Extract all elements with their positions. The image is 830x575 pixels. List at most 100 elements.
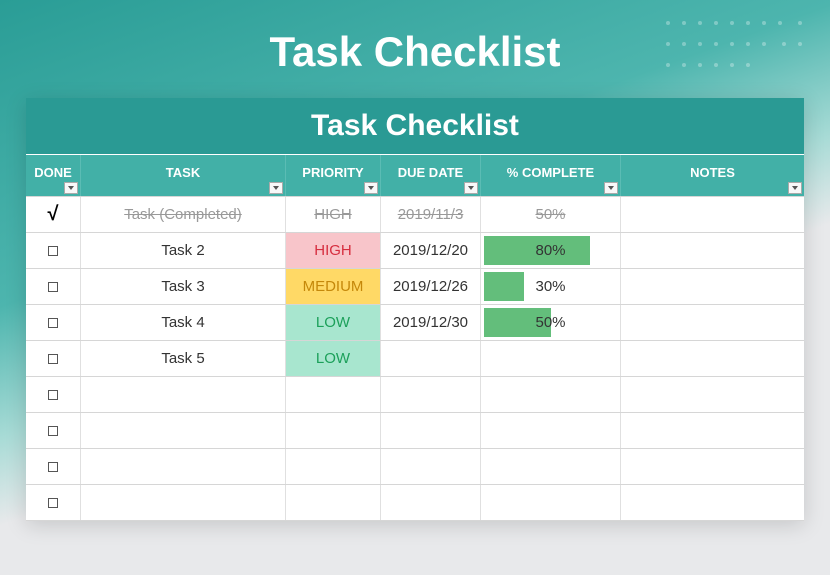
filter-complete-button[interactable] <box>604 182 618 194</box>
cell-notes[interactable] <box>621 269 804 304</box>
cell-task[interactable]: Task (Completed) <box>81 197 286 232</box>
header-task: TASK <box>81 155 286 196</box>
cell-complete[interactable]: 50% <box>481 197 621 232</box>
header-notes-label: NOTES <box>690 165 735 180</box>
cell-notes[interactable] <box>621 449 804 484</box>
cell-done[interactable] <box>26 233 81 268</box>
cell-done[interactable] <box>26 341 81 376</box>
checkbox-icon[interactable] <box>48 390 58 400</box>
header-task-label: TASK <box>166 165 200 180</box>
cell-priority[interactable]: MEDIUM <box>286 269 381 304</box>
progress-wrap: 80% <box>484 236 617 265</box>
table-row: Task 3MEDIUM2019/12/2630% <box>26 269 804 305</box>
header-row: DONE TASK PRIORITY DUE DATE % COMPLETE N… <box>26 155 804 197</box>
header-complete-label: % COMPLETE <box>507 165 594 180</box>
table-row: √ Task (Completed)HIGH2019/11/350% <box>26 197 804 233</box>
cell-due-date[interactable] <box>381 377 481 412</box>
cell-complete[interactable] <box>481 449 621 484</box>
table-row <box>26 449 804 485</box>
progress-text: 80% <box>484 242 617 259</box>
table-row <box>26 485 804 521</box>
cell-done[interactable] <box>26 377 81 412</box>
cell-notes[interactable] <box>621 377 804 412</box>
cell-done[interactable] <box>26 449 81 484</box>
cell-task[interactable]: Task 3 <box>81 269 286 304</box>
cell-due-date[interactable]: 2019/12/30 <box>381 305 481 340</box>
header-done: DONE <box>26 155 81 196</box>
cell-priority[interactable] <box>286 485 381 520</box>
priority-badge: HIGH <box>286 197 380 232</box>
cell-priority[interactable]: LOW <box>286 305 381 340</box>
header-priority-label: PRIORITY <box>302 165 363 180</box>
cell-due-date[interactable]: 2019/12/26 <box>381 269 481 304</box>
decorative-dots <box>660 15 810 135</box>
cell-complete[interactable]: 80% <box>481 233 621 268</box>
header-notes: NOTES <box>621 155 804 196</box>
checkbox-icon[interactable] <box>48 426 58 436</box>
priority-badge: LOW <box>286 305 380 340</box>
cell-complete[interactable] <box>481 341 621 376</box>
cell-task[interactable] <box>81 449 286 484</box>
cell-priority[interactable]: HIGH <box>286 197 381 232</box>
cell-due-date[interactable] <box>381 341 481 376</box>
header-due-label: DUE DATE <box>398 165 463 180</box>
checkbox-icon[interactable] <box>48 462 58 472</box>
cell-complete[interactable] <box>481 413 621 448</box>
cell-complete[interactable]: 50% <box>481 305 621 340</box>
cell-complete[interactable] <box>481 485 621 520</box>
filter-done-button[interactable] <box>64 182 78 194</box>
cell-priority[interactable] <box>286 377 381 412</box>
filter-notes-button[interactable] <box>788 182 802 194</box>
filter-due-button[interactable] <box>464 182 478 194</box>
cell-priority[interactable]: HIGH <box>286 233 381 268</box>
checkbox-icon[interactable] <box>48 318 58 328</box>
cell-complete[interactable] <box>481 377 621 412</box>
header-complete: % COMPLETE <box>481 155 621 196</box>
filter-priority-button[interactable] <box>364 182 378 194</box>
header-done-label: DONE <box>34 165 72 180</box>
checkmark-icon: √ <box>48 203 59 226</box>
cell-task[interactable] <box>81 377 286 412</box>
spreadsheet: Task Checklist DONE TASK PRIORITY DUE DA… <box>26 98 804 521</box>
table-row <box>26 377 804 413</box>
cell-notes[interactable] <box>621 485 804 520</box>
table-row: Task 4LOW2019/12/3050% <box>26 305 804 341</box>
progress-wrap: 30% <box>484 272 617 301</box>
cell-task[interactable] <box>81 485 286 520</box>
filter-task-button[interactable] <box>269 182 283 194</box>
cell-task[interactable]: Task 4 <box>81 305 286 340</box>
cell-task[interactable]: Task 2 <box>81 233 286 268</box>
cell-done[interactable] <box>26 305 81 340</box>
cell-done[interactable]: √ <box>26 197 81 232</box>
cell-done[interactable] <box>26 269 81 304</box>
cell-done[interactable] <box>26 413 81 448</box>
cell-notes[interactable] <box>621 197 804 232</box>
cell-priority[interactable] <box>286 449 381 484</box>
cell-complete[interactable]: 30% <box>481 269 621 304</box>
priority-badge: LOW <box>286 341 380 376</box>
cell-notes[interactable] <box>621 413 804 448</box>
cell-priority[interactable]: LOW <box>286 341 381 376</box>
progress-text: 30% <box>484 278 617 295</box>
table-row: Task 5LOW <box>26 341 804 377</box>
cell-due-date[interactable] <box>381 449 481 484</box>
table-row: Task 2HIGH2019/12/2080% <box>26 233 804 269</box>
checkbox-icon[interactable] <box>48 498 58 508</box>
checkbox-icon[interactable] <box>48 246 58 256</box>
cell-due-date[interactable]: 2019/12/20 <box>381 233 481 268</box>
rows-container: √Task (Completed)HIGH2019/11/350%Task 2H… <box>26 197 804 521</box>
cell-task[interactable]: Task 5 <box>81 341 286 376</box>
cell-task[interactable] <box>81 413 286 448</box>
cell-notes[interactable] <box>621 233 804 268</box>
cell-due-date[interactable] <box>381 485 481 520</box>
cell-priority[interactable] <box>286 413 381 448</box>
checkbox-icon[interactable] <box>48 354 58 364</box>
cell-due-date[interactable]: 2019/11/3 <box>381 197 481 232</box>
cell-notes[interactable] <box>621 305 804 340</box>
cell-done[interactable] <box>26 485 81 520</box>
cell-due-date[interactable] <box>381 413 481 448</box>
table-row <box>26 413 804 449</box>
checkbox-icon[interactable] <box>48 282 58 292</box>
cell-notes[interactable] <box>621 341 804 376</box>
progress-wrap: 50% <box>484 308 617 337</box>
